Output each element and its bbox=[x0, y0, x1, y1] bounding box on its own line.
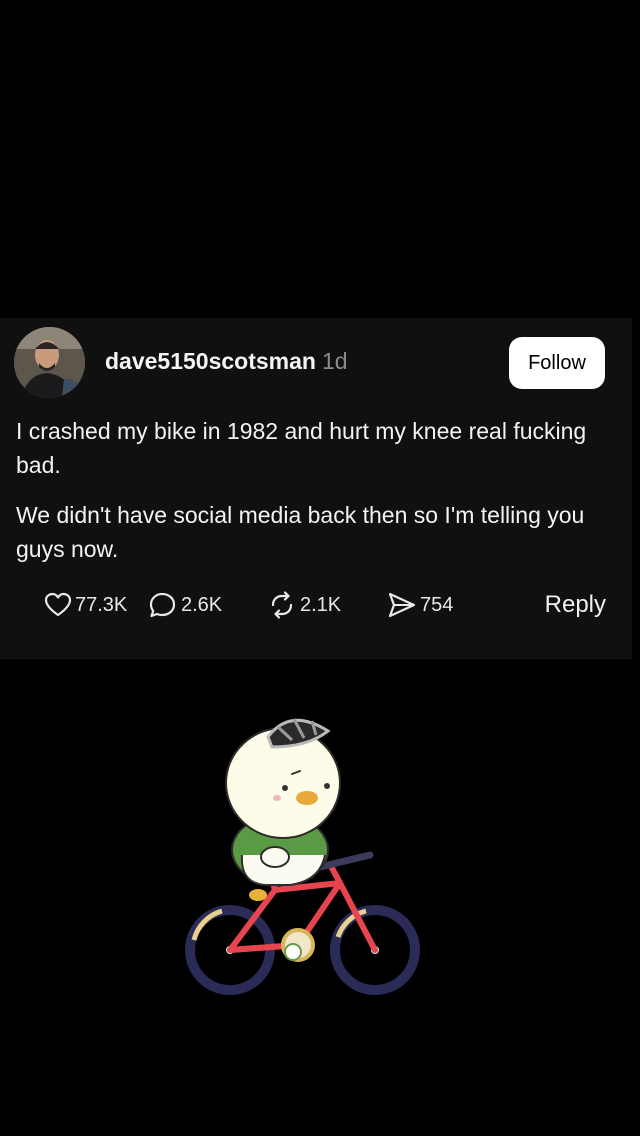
avatar[interactable] bbox=[14, 327, 85, 398]
action-bar: 77.3K 2.6K 2.1K 754 Reply bbox=[16, 588, 606, 622]
like-count: 77.3K bbox=[75, 593, 128, 616]
comment-count: 2.6K bbox=[181, 593, 223, 616]
username[interactable]: dave5150scotsman bbox=[105, 348, 316, 374]
follow-button[interactable]: Follow bbox=[509, 337, 605, 389]
post-paragraph: We didn't have social media back then so… bbox=[16, 502, 585, 562]
duck-cyclist-sticker bbox=[180, 705, 430, 995]
repost-button[interactable]: 2.1K bbox=[267, 588, 341, 622]
avatar-photo bbox=[14, 327, 85, 398]
duck-riding-bike-illustration bbox=[185, 718, 420, 995]
post-paragraph: I crashed my bike in 1982 and hurt my kn… bbox=[16, 418, 587, 478]
comment-button[interactable]: 2.6K bbox=[148, 588, 222, 622]
paper-plane-icon bbox=[388, 592, 416, 618]
like-button[interactable]: 77.3K bbox=[44, 588, 127, 622]
timestamp: 1d bbox=[321, 348, 348, 374]
repost-count: 2.1K bbox=[300, 593, 342, 616]
comment-bubble-icon bbox=[149, 592, 176, 618]
share-button[interactable]: 754 bbox=[387, 588, 453, 622]
repost-arrows-icon bbox=[271, 591, 293, 619]
share-count: 754 bbox=[420, 593, 454, 616]
username-line: dave5150scotsman 1d bbox=[105, 348, 348, 375]
reply-button[interactable]: Reply bbox=[545, 588, 606, 622]
heart-icon bbox=[44, 592, 72, 617]
post-card: dave5150scotsman 1d Follow I crashed my b… bbox=[0, 318, 632, 659]
